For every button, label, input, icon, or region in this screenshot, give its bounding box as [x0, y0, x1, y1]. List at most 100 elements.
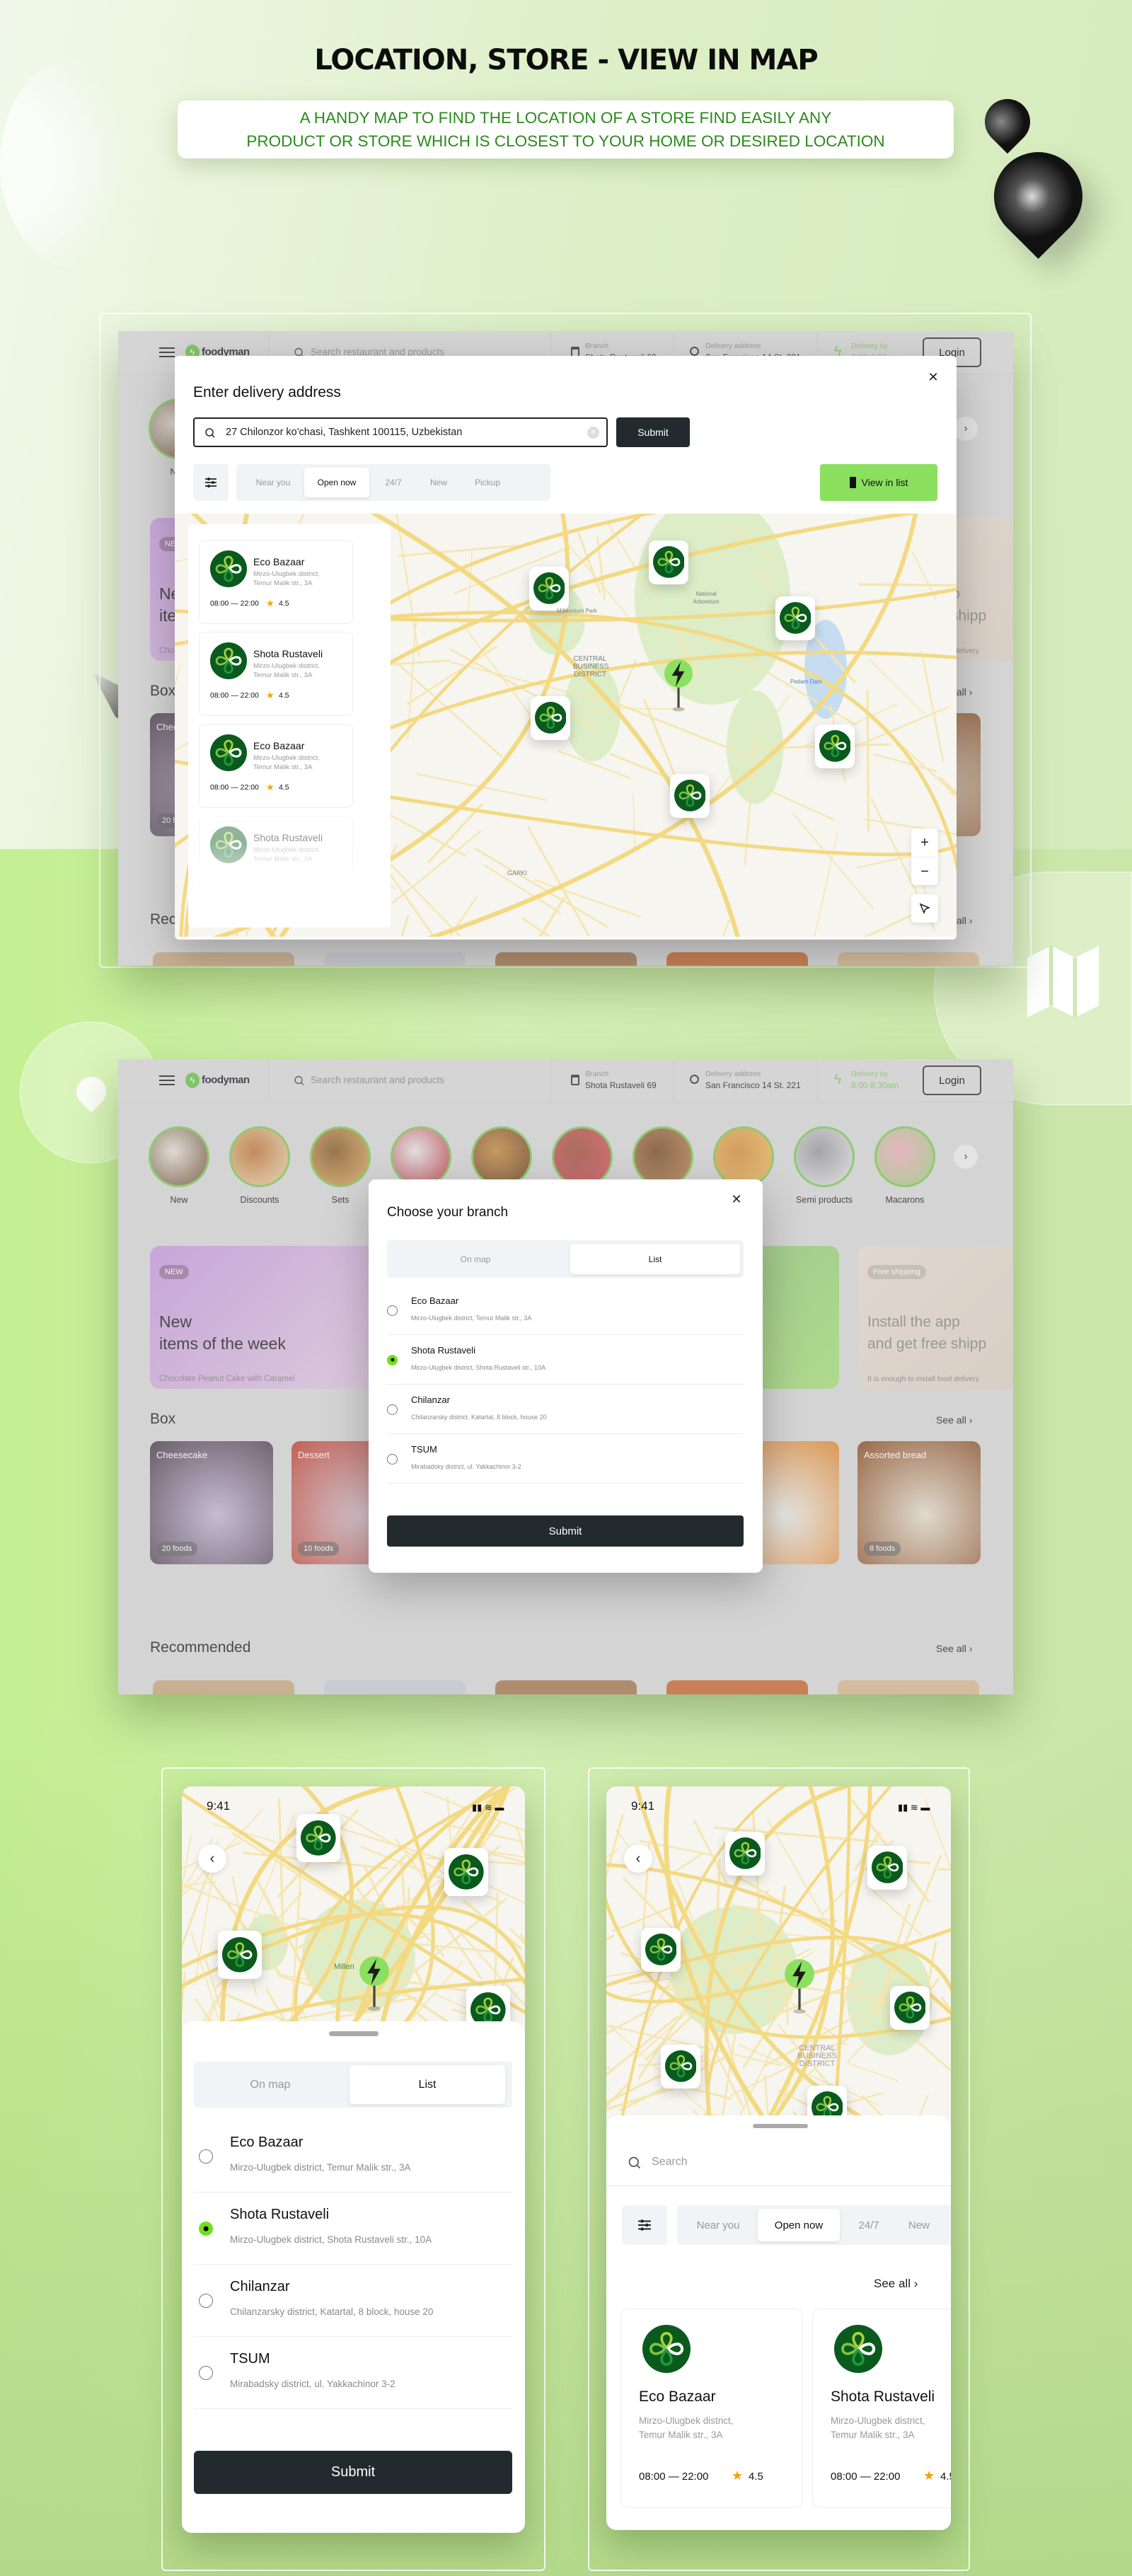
branch-name: Chilanzar: [230, 2279, 290, 2295]
branch-radio[interactable]: [387, 1453, 398, 1465]
store-card[interactable]: Shota RustaveliMirzo-Ulugbek district,Te…: [812, 2309, 951, 2508]
store-map-pin[interactable]: [296, 1814, 340, 1863]
branch-name: Chilanzar: [411, 1394, 450, 1405]
filter-tab[interactable]: Open now: [758, 2209, 840, 2241]
filter-tab[interactable]: 24/7: [372, 468, 415, 497]
branch-radio[interactable]: [387, 1305, 398, 1316]
row-divider: [194, 2408, 512, 2409]
close-icon[interactable]: ✕: [728, 1192, 745, 1209]
branch-row[interactable]: Shota Rustaveli Mirzo-Ulugbek district, S…: [194, 2193, 512, 2265]
store-map-pin[interactable]: [661, 2045, 700, 2089]
filter-tab[interactable]: Near you: [245, 468, 301, 497]
close-icon[interactable]: ✕: [925, 370, 942, 387]
store-map-pin[interactable]: [815, 724, 855, 768]
back-button[interactable]: ‹: [624, 1844, 652, 1873]
branch-radio[interactable]: [387, 1354, 398, 1365]
branch-row[interactable]: Chilanzar Chilanzarsky district, Katartal…: [194, 2265, 512, 2337]
store-address: Mirzo-Ulugbek district,: [831, 2415, 925, 2426]
store-card[interactable]: Eco Bazaar Mirzo-Ulugbek district, Temur M…: [620, 2309, 803, 2508]
store-card[interactable]: Eco Bazaar Mirzo-Ulugbek district, Temur M…: [199, 540, 353, 624]
branch-row[interactable]: Eco Bazaar Mirzo-Ulugbek district, Temur …: [194, 2120, 512, 2193]
filter-tab[interactable]: New: [417, 468, 460, 497]
store-name: Shota Rustaveli: [253, 832, 323, 843]
filter-settings-button[interactable]: [622, 2205, 667, 2245]
clear-input-icon[interactable]: ✕: [587, 427, 599, 439]
store-name: Eco Bazaar: [253, 740, 305, 751]
see-all-link[interactable]: See all ›: [874, 2277, 918, 2291]
mobile-map[interactable]: CENTRAL BUSINESS DISTRICT: [606, 1786, 951, 2133]
chevron-left-icon: ‹: [209, 1851, 215, 1866]
store-map-pin[interactable]: [867, 1846, 907, 1890]
branch-name: Shota Rustaveli: [411, 1345, 476, 1356]
search-placeholder: Search: [652, 2156, 688, 2168]
branch-row[interactable]: Chilanzar Chilanzarsky district, Katartal…: [387, 1385, 744, 1434]
store-logo-icon: [871, 1852, 903, 1884]
address-submit-button[interactable]: Submit: [616, 417, 690, 447]
store-map-pin[interactable]: [775, 596, 815, 640]
filter-settings-button[interactable]: [193, 464, 229, 501]
list-fade: [188, 843, 391, 928]
store-list-panel: Eco Bazaar Mirzo-Ulugbek district, Temur M…: [188, 524, 391, 928]
branch-radio[interactable]: [199, 2366, 213, 2380]
filter-tab[interactable]: Near you: [683, 2209, 753, 2241]
branch-list: Eco Bazaar Mirzo-Ulugbek district, Temur …: [194, 2120, 512, 2418]
branch-address: Mirzo-Ulugbek district, Shota Rustaveli …: [411, 1363, 546, 1371]
store-map-pin[interactable]: [725, 1832, 765, 1876]
store-card[interactable]: Eco Bazaar Mirzo-Ulugbek district, Temur M…: [199, 724, 353, 808]
search-input[interactable]: Search: [606, 2147, 951, 2186]
store-map-pin[interactable]: [670, 774, 710, 818]
address-input[interactable]: 27 Chilonzor ko'chasi, Tashkent 100115, …: [193, 417, 608, 447]
locate-me-button[interactable]: [911, 894, 938, 923]
branch-row[interactable]: Shota Rustaveli Mirzo-Ulugbek district, S…: [387, 1335, 744, 1385]
filter-tab[interactable]: On map: [391, 1244, 560, 1274]
mobile-map[interactable]: Millen: [182, 1786, 525, 2041]
store-map-pin[interactable]: [649, 541, 688, 584]
store-logo-icon: [210, 550, 247, 587]
sliders-icon: [638, 2219, 651, 2231]
branch-row[interactable]: Eco Bazaar Mirzo-Ulugbek district, Temur …: [387, 1286, 744, 1335]
bottom-sheet: Search Near you Open now 24/7 New See all ›…: [606, 2115, 951, 2530]
filter-tab[interactable]: List: [570, 1244, 740, 1274]
branch-radio[interactable]: [199, 2222, 213, 2236]
branch-list: Eco Bazaar Mirzo-Ulugbek district, Temur …: [387, 1286, 744, 1512]
filter-tab[interactable]: On map: [200, 2065, 341, 2104]
back-button[interactable]: ‹: [198, 1844, 226, 1873]
3d-pin-large-icon: [976, 134, 1101, 259]
store-map-pin[interactable]: [529, 567, 569, 611]
subtitle-line: PRODUCT OR STORE WHICH IS CLOSEST TO YOU…: [246, 132, 885, 150]
store-map-pin[interactable]: [641, 1928, 681, 1972]
store-map-pin[interactable]: [444, 1848, 488, 1897]
store-card[interactable]: Shota RustaveliMirzo-Ulugbek district,Te…: [199, 632, 353, 716]
view-tabs: On map List: [194, 2062, 512, 2108]
branch-row[interactable]: TSUM Mirabadsky district, ul. Yakkachinor…: [194, 2337, 512, 2409]
filter-tab[interactable]: Open now: [304, 468, 369, 497]
store-name: Eco Bazaar: [639, 2389, 716, 2405]
filter-tab[interactable]: List: [350, 2065, 505, 2104]
branch-radio[interactable]: [199, 2294, 213, 2308]
sheet-handle[interactable]: [753, 2124, 808, 2128]
store-map-pin[interactable]: [531, 696, 570, 740]
branch-radio[interactable]: [387, 1404, 398, 1415]
filter-tab[interactable]: 24/7: [844, 2209, 894, 2241]
branch-radio[interactable]: [199, 2149, 213, 2164]
branch-submit-button[interactable]: Submit: [387, 1515, 744, 1547]
store-map-pin[interactable]: [218, 1931, 262, 1980]
chevron-left-icon: ‹: [635, 1851, 641, 1866]
branch-row[interactable]: TSUM Mirabadsky district, ul. Yakkachinor…: [387, 1434, 744, 1484]
branch-address: Mirabadsky district, ul. Yakkachinor 3-2: [230, 2379, 395, 2390]
sheet-handle[interactable]: [329, 2031, 379, 2036]
branch-submit-button[interactable]: Submit: [194, 2451, 512, 2494]
zoom-in-button[interactable]: +: [911, 828, 938, 857]
store-address: Mirzo-Ulugbek district,: [639, 2415, 734, 2426]
filter-tab[interactable]: Pickup: [463, 468, 512, 497]
store-logo-icon: [819, 730, 851, 763]
zoom-out-button[interactable]: −: [911, 857, 938, 885]
branch-name: Shota Rustaveli: [230, 2207, 330, 2223]
filter-tab[interactable]: New: [898, 2209, 940, 2241]
store-map[interactable]: CENTRAL BUSINESS DISTRICT Millennium Park…: [175, 514, 957, 937]
view-in-list-button[interactable]: View in list: [820, 464, 937, 501]
search-icon: [205, 428, 215, 438]
store-map-pin[interactable]: [890, 1986, 930, 2030]
decor-circle: [0, 57, 156, 269]
store-address: Mirzo-Ulugbek district,: [253, 570, 320, 578]
